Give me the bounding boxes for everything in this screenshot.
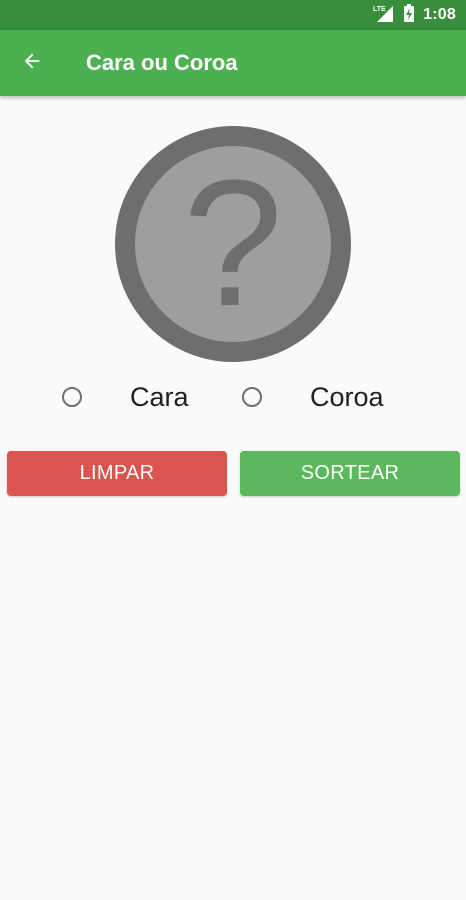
draw-button[interactable]: SORTEAR — [240, 451, 460, 496]
status-time: 1:08 — [423, 6, 456, 23]
coin-image: ? — [115, 126, 351, 362]
coin-face: ? — [135, 146, 331, 342]
lte-signal-icon: LTE — [373, 4, 395, 27]
question-mark-icon: ? — [182, 143, 284, 344]
radio-button-coroa[interactable] — [242, 387, 262, 407]
radio-option-coroa[interactable]: Coroa — [242, 372, 384, 422]
app-title: Cara ou Coroa — [86, 50, 238, 75]
radio-label-coroa[interactable]: Coroa — [310, 382, 384, 413]
status-bar: LTE 1:08 — [0, 0, 466, 30]
radio-button-cara[interactable] — [62, 387, 82, 407]
clear-button[interactable]: LIMPAR — [7, 451, 227, 496]
arrow-back-icon — [21, 50, 43, 77]
radio-option-cara[interactable]: Cara — [62, 372, 189, 422]
battery-charging-icon — [403, 3, 415, 27]
back-button[interactable] — [14, 45, 50, 81]
svg-text:LTE: LTE — [373, 6, 386, 13]
radio-label-cara[interactable]: Cara — [130, 382, 189, 413]
status-icons: LTE 1:08 — [373, 0, 456, 30]
app-bar: Cara ou Coroa — [0, 30, 466, 96]
coin-side-radio-group: Cara Coroa — [0, 372, 466, 422]
